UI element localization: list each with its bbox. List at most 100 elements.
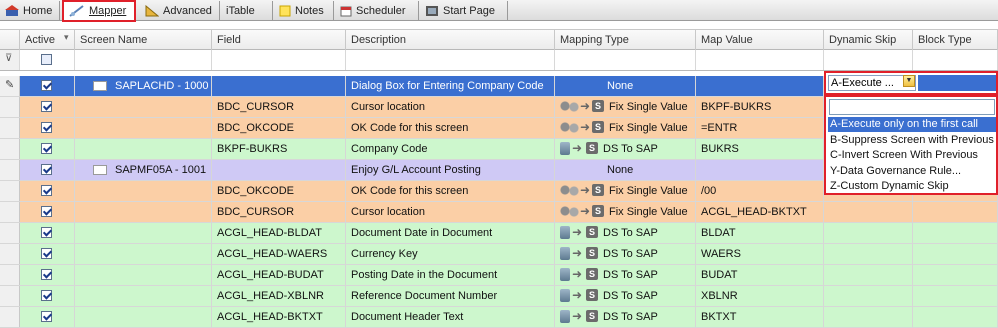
description-cell[interactable]: Currency Key xyxy=(346,244,555,264)
tab-notes[interactable]: Notes xyxy=(274,1,334,20)
table-row[interactable]: ACGL_HEAD-BUDAT Posting Date in the Docum… xyxy=(0,265,998,286)
filter-field[interactable] xyxy=(212,50,346,70)
description-cell[interactable]: Cursor location xyxy=(346,202,555,222)
dropdown-option[interactable]: A-Execute only on the first call xyxy=(828,117,996,132)
map-value-cell[interactable] xyxy=(696,76,824,96)
screen-name-cell[interactable] xyxy=(75,244,212,264)
tab-itable[interactable]: iTable xyxy=(221,1,273,20)
map-value-cell[interactable]: BLDAT xyxy=(696,223,824,243)
row-indicator[interactable] xyxy=(0,160,20,180)
column-header-active[interactable]: Active ▾ xyxy=(20,30,75,50)
screen-name-cell[interactable] xyxy=(75,223,212,243)
block-type-cell[interactable] xyxy=(913,223,998,243)
row-indicator[interactable] xyxy=(0,139,20,159)
mapping-type-cell[interactable]: ➜ S Fix Single Value xyxy=(555,202,696,222)
active-checkbox[interactable] xyxy=(41,185,52,196)
field-cell[interactable]: ACGL_HEAD-XBLNR xyxy=(212,286,346,306)
dropdown-search-input[interactable] xyxy=(829,99,995,115)
dropdown-option[interactable]: Y-Data Governance Rule... xyxy=(828,164,996,179)
field-cell[interactable]: BKPF-BUKRS xyxy=(212,139,346,159)
dynamic-skip-cell[interactable] xyxy=(824,244,913,264)
dropdown-option[interactable]: Z-Custom Dynamic Skip xyxy=(828,179,996,194)
description-cell[interactable]: Posting Date in the Document xyxy=(346,265,555,285)
tab-home[interactable]: Home xyxy=(0,1,60,20)
active-checkbox[interactable] xyxy=(41,101,52,112)
dynamic-skip-cell[interactable] xyxy=(824,307,913,327)
field-cell[interactable] xyxy=(212,76,346,96)
field-cell[interactable]: BDC_OKCODE xyxy=(212,181,346,201)
tab-advanced[interactable]: Advanced xyxy=(140,1,220,20)
description-cell[interactable]: Reference Document Number xyxy=(346,286,555,306)
map-value-cell[interactable] xyxy=(696,160,824,180)
screen-name-cell[interactable] xyxy=(75,202,212,222)
filter-block-type[interactable] xyxy=(913,50,998,70)
map-value-cell[interactable]: ACGL_HEAD-BKTXT xyxy=(696,202,824,222)
screen-name-cell[interactable]: SAPMF05A - 1001 xyxy=(75,160,212,180)
description-cell[interactable]: Cursor location xyxy=(346,97,555,117)
active-checkbox[interactable] xyxy=(41,227,52,238)
active-checkbox[interactable] xyxy=(41,248,52,259)
description-cell[interactable]: OK Code for this screen xyxy=(346,118,555,138)
active-checkbox[interactable] xyxy=(41,80,52,91)
description-cell[interactable]: Document Date in Document xyxy=(346,223,555,243)
table-row[interactable]: ACGL_HEAD-WAERS Currency Key ➜ S DS To SAP WA… xyxy=(0,244,998,265)
filter-dynamic-skip[interactable] xyxy=(824,50,913,70)
row-indicator[interactable] xyxy=(0,223,20,243)
row-indicator[interactable]: ✎ xyxy=(0,76,20,96)
active-checkbox[interactable] xyxy=(41,164,52,175)
block-type-cell[interactable] xyxy=(913,307,998,327)
map-value-cell[interactable]: BKPF-BUKRS xyxy=(696,97,824,117)
active-checkbox[interactable] xyxy=(41,143,52,154)
row-indicator[interactable] xyxy=(0,181,20,201)
column-header-dynamic-skip[interactable]: Dynamic Skip xyxy=(824,30,913,50)
row-indicator[interactable] xyxy=(0,202,20,222)
screen-name-cell[interactable] xyxy=(75,118,212,138)
screen-name-cell[interactable] xyxy=(75,139,212,159)
table-row[interactable]: ACGL_HEAD-BLDAT Document Date in Document… xyxy=(0,223,998,244)
mapping-type-cell[interactable]: ➜ S DS To SAP xyxy=(555,223,696,243)
filter-icon[interactable]: ▾ xyxy=(64,30,69,47)
filter-map-value[interactable] xyxy=(696,50,824,70)
dropdown-option[interactable]: B-Suppress Screen with Previous xyxy=(828,133,996,148)
dropdown-option[interactable]: C-Invert Screen With Previous xyxy=(828,148,996,163)
row-indicator[interactable] xyxy=(0,97,20,117)
block-type-cell[interactable] xyxy=(913,265,998,285)
mapping-type-cell[interactable]: ➜ S Fix Single Value xyxy=(555,181,696,201)
field-cell[interactable]: BDC_OKCODE xyxy=(212,118,346,138)
dynamic-skip-cell[interactable] xyxy=(824,202,913,222)
column-header-field[interactable]: Field xyxy=(212,30,346,50)
column-header-block-type[interactable]: Block Type xyxy=(913,30,998,50)
block-type-cell[interactable] xyxy=(913,244,998,264)
filter-active[interactable] xyxy=(20,50,75,70)
row-indicator[interactable] xyxy=(0,244,20,264)
active-checkbox[interactable] xyxy=(41,269,52,280)
column-header-mapping-type[interactable]: Mapping Type xyxy=(555,30,696,50)
table-row[interactable]: BDC_CURSOR Cursor location ➜ S Fix Single Va… xyxy=(0,202,998,223)
mapping-type-cell[interactable]: ➜ S DS To SAP xyxy=(555,307,696,327)
block-type-cell[interactable] xyxy=(913,286,998,306)
screen-name-cell[interactable] xyxy=(75,265,212,285)
map-value-cell[interactable]: WAERS xyxy=(696,244,824,264)
filter-mapping-type[interactable] xyxy=(555,50,696,70)
active-checkbox[interactable] xyxy=(41,311,52,322)
dropdown-arrow-icon[interactable]: ▼ xyxy=(903,75,915,87)
mapping-type-cell[interactable]: ➜ S Fix Single Value xyxy=(555,97,696,117)
active-checkbox[interactable] xyxy=(41,206,52,217)
description-cell[interactable]: Dialog Box for Entering Company Code xyxy=(346,76,555,96)
screen-name-cell[interactable] xyxy=(75,286,212,306)
row-indicator[interactable] xyxy=(0,286,20,306)
active-checkbox[interactable] xyxy=(41,290,52,301)
screen-name-cell[interactable] xyxy=(75,181,212,201)
mapping-type-cell[interactable]: None xyxy=(555,160,696,180)
block-type-cell[interactable] xyxy=(913,202,998,222)
column-header-map-value[interactable]: Map Value xyxy=(696,30,824,50)
mapping-type-cell[interactable]: None xyxy=(555,76,696,96)
tab-mapper[interactable]: Mapper xyxy=(62,0,136,22)
block-type-cell-selected[interactable] xyxy=(918,75,996,91)
mapping-type-cell[interactable]: ➜ S Fix Single Value xyxy=(555,118,696,138)
map-value-cell[interactable]: XBLNR xyxy=(696,286,824,306)
field-cell[interactable]: ACGL_HEAD-WAERS xyxy=(212,244,346,264)
table-row[interactable]: ACGL_HEAD-BKTXT Document Header Text ➜ S DS … xyxy=(0,307,998,328)
description-cell[interactable]: Company Code xyxy=(346,139,555,159)
row-indicator[interactable] xyxy=(0,307,20,327)
